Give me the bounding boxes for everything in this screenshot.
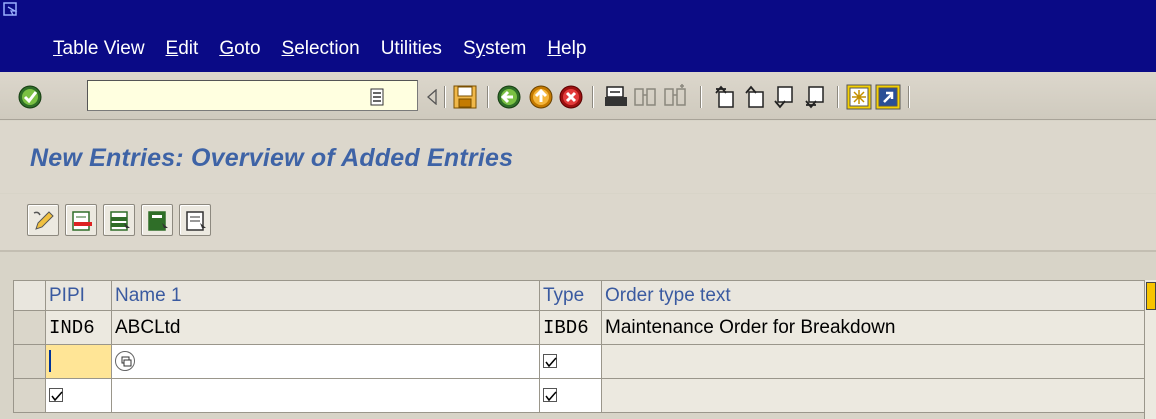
select-block-button[interactable] bbox=[141, 204, 173, 236]
find-icon[interactable] bbox=[632, 84, 658, 110]
menu-item[interactable]: Help bbox=[547, 38, 586, 60]
select-all-button[interactable] bbox=[103, 204, 135, 236]
find-next-icon[interactable] bbox=[662, 84, 688, 110]
first-page-icon[interactable] bbox=[712, 84, 738, 110]
column-header-name[interactable]: Name 1 bbox=[111, 280, 540, 311]
next-page-icon[interactable] bbox=[771, 84, 797, 110]
menu-item[interactable]: Table View bbox=[53, 38, 145, 60]
cancel-icon[interactable] bbox=[558, 84, 584, 110]
separator bbox=[444, 86, 446, 108]
command-field[interactable] bbox=[87, 80, 418, 111]
separator bbox=[592, 86, 594, 108]
type-cell: IBD6 bbox=[539, 310, 602, 345]
separator bbox=[487, 86, 489, 108]
separator bbox=[700, 86, 702, 108]
change-display-icon bbox=[33, 211, 54, 230]
row-selector[interactable] bbox=[13, 378, 46, 413]
menu-item[interactable]: Edit bbox=[166, 38, 199, 60]
print-icon[interactable] bbox=[603, 84, 629, 110]
menu-item[interactable]: System bbox=[463, 38, 526, 60]
column-configuration-icon[interactable] bbox=[1146, 282, 1156, 310]
menu-item[interactable]: Goto bbox=[219, 38, 260, 60]
exit-icon[interactable] bbox=[528, 84, 554, 110]
separator bbox=[908, 86, 910, 108]
save-icon[interactable] bbox=[452, 84, 478, 110]
application-toolbar bbox=[0, 194, 1156, 252]
deselect-all-button[interactable] bbox=[179, 204, 211, 236]
back-icon[interactable] bbox=[496, 84, 522, 110]
last-page-icon[interactable] bbox=[802, 84, 828, 110]
create-session-icon[interactable] bbox=[846, 84, 872, 110]
order-type-text-cell bbox=[601, 378, 1147, 413]
system-menu-icon[interactable] bbox=[3, 2, 19, 18]
menu-item[interactable]: Utilities bbox=[381, 38, 442, 60]
name-input[interactable] bbox=[111, 344, 540, 379]
deselect-all-icon bbox=[186, 211, 206, 231]
previous-page-icon[interactable] bbox=[742, 84, 768, 110]
separator bbox=[837, 86, 839, 108]
order-type-text-cell: Maintenance Order for Breakdown bbox=[601, 310, 1147, 345]
text-cursor bbox=[49, 350, 51, 373]
delete-row-button[interactable] bbox=[65, 204, 97, 236]
row-selector[interactable] bbox=[13, 344, 46, 379]
toolbar-collapse-icon[interactable] bbox=[426, 89, 438, 105]
menu-item[interactable]: Selection bbox=[282, 38, 360, 60]
name-input[interactable] bbox=[111, 378, 540, 413]
command-history-icon[interactable] bbox=[370, 88, 384, 106]
menu-items: Table View Edit Goto Selection Utilities Syst… bbox=[53, 38, 607, 60]
column-header-pipi[interactable]: PIPI bbox=[45, 280, 112, 311]
table-row bbox=[13, 344, 1147, 379]
select-all-icon bbox=[110, 211, 130, 231]
select-all-cell[interactable] bbox=[13, 280, 46, 311]
change-display-button[interactable] bbox=[27, 204, 59, 236]
select-block-icon bbox=[148, 211, 168, 231]
value-help-icon[interactable] bbox=[115, 351, 135, 372]
table-header-row: PIPI Name 1 Type Order type text bbox=[13, 280, 1147, 311]
table-row: IND6 ABCLtd IBD6 Maintenance Order for B… bbox=[13, 310, 1147, 345]
table-control-area: PIPI Name 1 Type Order type text IND6 AB… bbox=[0, 254, 1156, 419]
menu-bar: Table View Edit Goto Selection Utilities Syst… bbox=[0, 0, 1156, 72]
checkbox-icon[interactable] bbox=[49, 388, 63, 403]
entries-table: PIPI Name 1 Type Order type text IND6 AB… bbox=[13, 280, 1147, 413]
pipi-input[interactable] bbox=[45, 378, 112, 413]
standard-toolbar bbox=[0, 72, 1156, 120]
type-input[interactable] bbox=[539, 378, 602, 413]
table-row bbox=[13, 378, 1147, 413]
column-header-type[interactable]: Type bbox=[539, 280, 602, 311]
enter-icon[interactable] bbox=[17, 84, 43, 110]
column-header-order-type-text[interactable]: Order type text bbox=[601, 280, 1147, 311]
checkbox-icon[interactable] bbox=[543, 388, 557, 403]
checkbox-icon[interactable] bbox=[543, 354, 557, 369]
page-title: New Entries: Overview of Added Entries bbox=[30, 144, 514, 172]
shortcut-icon[interactable] bbox=[875, 84, 901, 110]
type-input[interactable] bbox=[539, 344, 602, 379]
order-type-text-cell bbox=[601, 344, 1147, 379]
pipi-input[interactable] bbox=[45, 344, 112, 379]
row-selector[interactable] bbox=[13, 310, 46, 345]
name-cell: ABCLtd bbox=[111, 310, 540, 345]
pipi-cell: IND6 bbox=[45, 310, 112, 345]
delete-icon bbox=[72, 211, 92, 231]
title-area: New Entries: Overview of Added Entries bbox=[0, 121, 1156, 193]
